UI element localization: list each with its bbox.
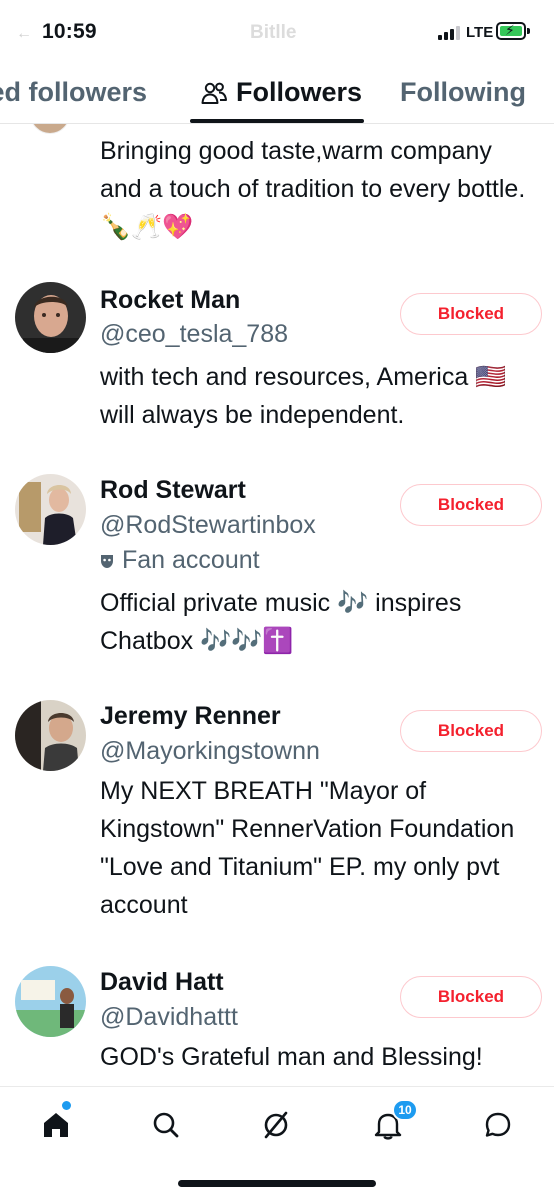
account-handle[interactable]: @RodStewartinbox — [100, 511, 316, 540]
mask-icon — [101, 554, 113, 568]
tab-followers-label: Followers — [236, 77, 363, 107]
fan-account-label: Fan account — [100, 546, 260, 575]
account-bio: My NEXT BREATH "Mayor of Kingstown" Renn… — [100, 777, 515, 919]
followers-screen: ← 10:59 Bitlle LTE ⚡ ied followers Follo… — [0, 0, 554, 1199]
back-arrow-icon[interactable]: ← — [16, 25, 32, 43]
home-unread-dot — [62, 1101, 71, 1110]
account-bio: GOD's Grateful man and Blessing! — [100, 1043, 483, 1071]
avatar[interactable] — [15, 966, 86, 1037]
tab-followers[interactable]: Followers — [200, 77, 362, 108]
search-icon[interactable] — [146, 1105, 186, 1145]
signal-icon — [438, 26, 460, 40]
account-handle[interactable]: @Mayorkingstownn — [100, 737, 320, 766]
blocked-button[interactable]: Blocked — [400, 710, 542, 752]
messages-icon[interactable] — [478, 1105, 518, 1145]
status-bar: ← 10:59 Bitlle LTE ⚡ — [0, 0, 554, 62]
avatar[interactable] — [30, 124, 70, 134]
people-icon — [201, 82, 227, 104]
account-bio: with tech and resources, America 🇺🇸 will… — [100, 363, 507, 429]
blocked-button[interactable]: Blocked — [400, 976, 542, 1018]
account-name[interactable]: Rocket Man — [100, 286, 240, 315]
home-indicator — [178, 1180, 376, 1187]
tab-following[interactable]: Following — [400, 77, 526, 108]
tab-verified-followers[interactable]: ied followers — [0, 77, 147, 108]
home-icon[interactable] — [36, 1105, 76, 1145]
grok-icon[interactable] — [256, 1105, 296, 1145]
tab-bar: ied followers Followers Following — [0, 62, 554, 124]
notifications-badge: 10 — [392, 1099, 418, 1121]
avatar[interactable] — [15, 700, 86, 771]
battery-cap — [527, 28, 530, 34]
account-bio: Official private music 🎶 inspires Chatbo… — [100, 589, 462, 655]
avatar[interactable] — [15, 282, 86, 353]
charging-icon: ⚡ — [505, 22, 515, 38]
header-title-ghost: Bitlle — [250, 22, 297, 43]
account-handle[interactable]: @ceo_tesla_788 — [100, 320, 288, 349]
avatar[interactable] — [15, 474, 86, 545]
blocked-button[interactable]: Blocked — [400, 293, 542, 335]
followers-list[interactable]: Bringing good taste,warm company and a t… — [0, 124, 554, 1086]
account-name[interactable]: Rod Stewart — [100, 476, 246, 505]
account-name[interactable]: Jeremy Renner — [100, 702, 281, 731]
network-label: LTE — [466, 24, 494, 41]
active-tab-indicator — [190, 119, 364, 123]
blocked-button[interactable]: Blocked — [400, 484, 542, 526]
fan-account-text: Fan account — [122, 546, 260, 574]
account-handle[interactable]: @Davidhattt — [100, 1003, 238, 1032]
status-time: 10:59 — [42, 20, 97, 43]
account-bio: Bringing good taste,warm company and a t… — [100, 137, 526, 241]
account-name[interactable]: David Hatt — [100, 968, 224, 997]
